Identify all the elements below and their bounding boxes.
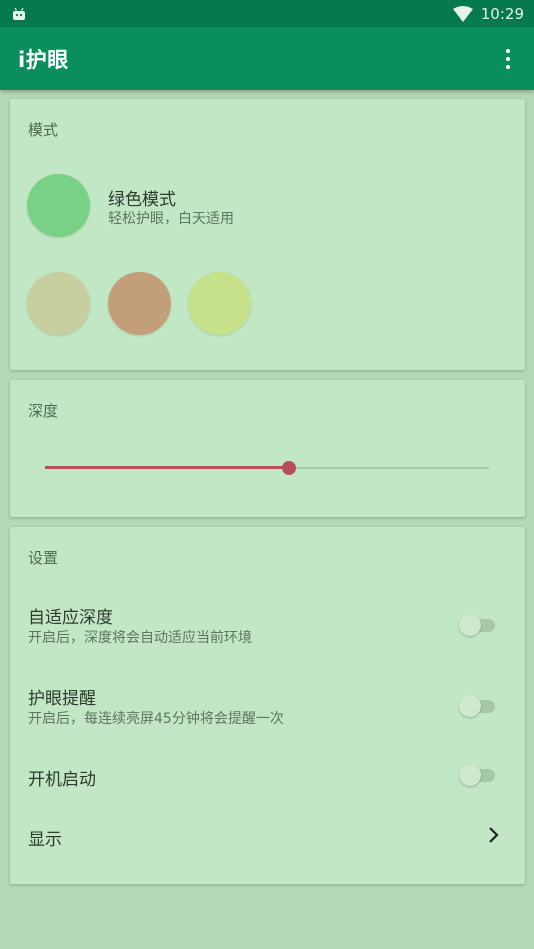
mode-option-1[interactable]	[27, 272, 90, 335]
more-vert-icon[interactable]	[496, 44, 520, 74]
settings-card: 设置 自适应深度 开启后，深度将会自动适应当前环境 护眼提醒 开启后，每连续亮屏…	[10, 527, 525, 884]
depth-card: 深度	[10, 380, 525, 517]
settings-card-title: 设置	[28, 549, 59, 567]
setting-label: 护眼提醒	[28, 689, 96, 709]
app-bar: i护眼	[0, 27, 534, 90]
mode-card-title: 模式	[28, 121, 59, 139]
status-right: 10:29	[452, 4, 524, 23]
adaptive-depth-toggle[interactable]	[459, 613, 497, 637]
app-title: i护眼	[18, 47, 69, 72]
wifi-icon	[452, 5, 473, 22]
chevron-right-icon	[489, 827, 499, 843]
setting-label: 开机启动	[28, 770, 96, 790]
eye-reminder-toggle[interactable]	[459, 694, 497, 718]
mode-option-3[interactable]	[188, 272, 251, 335]
depth-slider[interactable]	[45, 458, 489, 478]
boot-start-toggle[interactable]	[459, 763, 497, 787]
mode-card: 模式 绿色模式 轻松护眼，白天适用	[10, 99, 525, 370]
current-mode-name: 绿色模式	[108, 190, 176, 210]
setting-display[interactable]: 显示	[10, 819, 525, 861]
setting-description: 开启后，每连续亮屏45分钟将会提醒一次	[28, 711, 284, 727]
setting-label: 显示	[28, 830, 62, 850]
setting-description: 开启后，深度将会自动适应当前环境	[28, 630, 252, 646]
slider-fill	[45, 466, 290, 469]
slider-thumb[interactable]	[282, 461, 297, 475]
status-bar: 10:29	[0, 0, 534, 27]
mode-option-2[interactable]	[108, 272, 171, 335]
setting-eye-reminder[interactable]: 护眼提醒 开启后，每连续亮屏45分钟将会提醒一次	[10, 678, 525, 734]
setting-label: 自适应深度	[28, 608, 113, 628]
status-left	[12, 7, 26, 21]
setting-adaptive-depth[interactable]: 自适应深度 开启后，深度将会自动适应当前环境	[10, 597, 525, 653]
depth-card-title: 深度	[28, 402, 59, 420]
status-time: 10:29	[480, 4, 524, 23]
setting-boot-start[interactable]: 开机启动	[10, 759, 525, 801]
current-mode-swatch[interactable]	[27, 174, 90, 237]
current-mode-description: 轻松护眼，白天适用	[108, 211, 234, 227]
android-icon	[13, 7, 25, 20]
